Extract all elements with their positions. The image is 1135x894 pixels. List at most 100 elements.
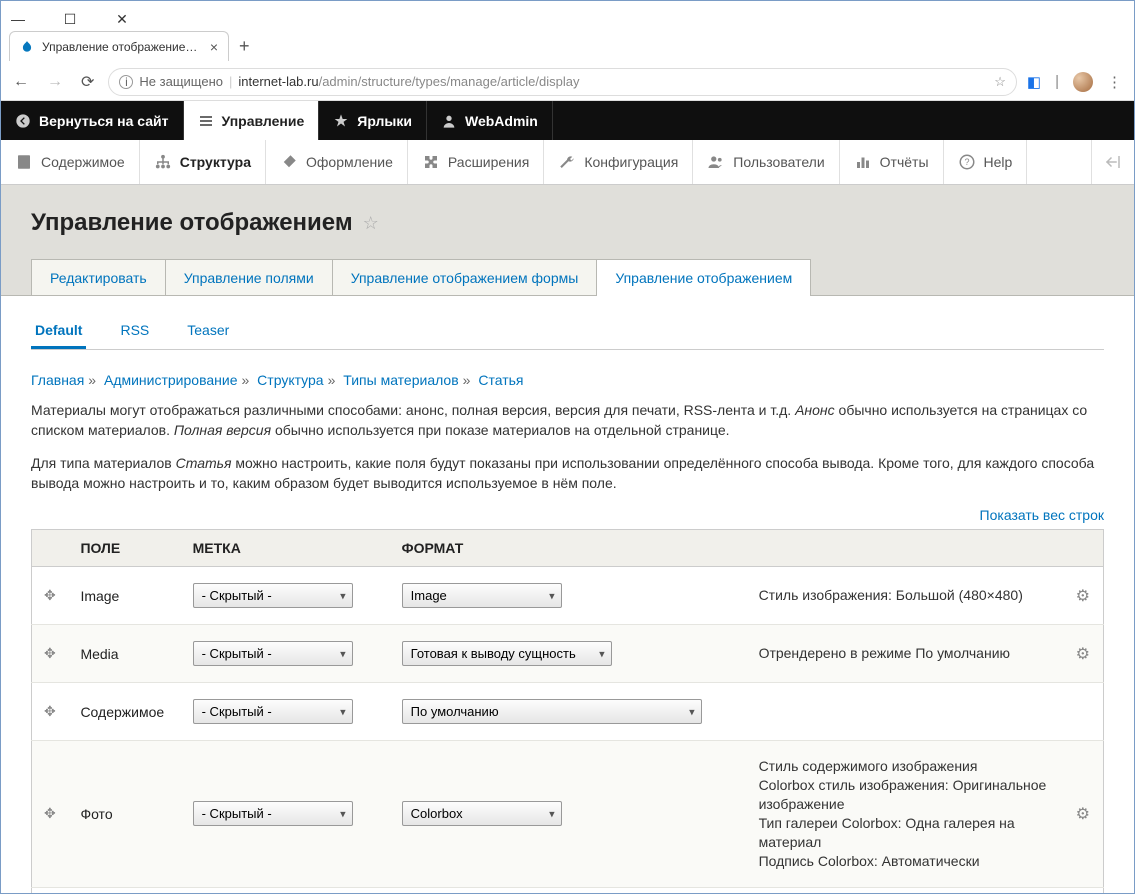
admin-menu-config[interactable]: Конфигурация bbox=[544, 140, 693, 184]
gear-icon[interactable]: ⚙ bbox=[1076, 588, 1090, 605]
drag-handle-icon[interactable]: ✥ bbox=[44, 703, 56, 719]
admin-menu: Содержимое Структура Оформление Расширен… bbox=[1, 140, 1134, 185]
field-name: Media bbox=[68, 625, 180, 683]
display-fields-table: ПОЛЕ МЕТКА ФОРМАТ ✥Image- Скрытый -Image… bbox=[31, 529, 1104, 893]
gear-icon[interactable]: ⚙ bbox=[1076, 806, 1090, 823]
browser-address-bar: ← → ⟳ i Не защищено | internet-lab.ru/ad… bbox=[1, 63, 1134, 101]
back-to-site-link[interactable]: Вернуться на сайт bbox=[1, 101, 184, 140]
th-label: МЕТКА bbox=[181, 530, 390, 567]
help-paragraph-1: Материалы могут отображаться различными … bbox=[31, 400, 1104, 441]
back-arrow-icon bbox=[15, 113, 31, 129]
admin-menu-appearance[interactable]: Оформление bbox=[266, 140, 408, 184]
breadcrumb-structure[interactable]: Структура bbox=[257, 372, 323, 388]
drag-handle-icon[interactable]: ✥ bbox=[44, 587, 56, 603]
nav-forward-button[interactable]: → bbox=[43, 73, 67, 91]
extension-icon[interactable]: ◧ bbox=[1027, 73, 1041, 91]
label-select[interactable]: - Скрытый - bbox=[193, 641, 353, 666]
browser-menu-icon[interactable]: ⋮ bbox=[1107, 73, 1122, 91]
help-paragraph-2: Для типа материалов Статья можно настрои… bbox=[31, 453, 1104, 494]
admin-menu-people[interactable]: Пользователи bbox=[693, 140, 839, 184]
secondary-tabs: Default RSS Teaser bbox=[31, 314, 1104, 350]
puzzle-icon bbox=[422, 153, 440, 171]
shortcut-star-icon[interactable]: ☆ bbox=[363, 213, 379, 234]
admin-menu-reports[interactable]: Отчёты bbox=[840, 140, 944, 184]
gear-icon[interactable]: ⚙ bbox=[1076, 646, 1090, 663]
tab-manage-fields[interactable]: Управление полями bbox=[165, 259, 333, 296]
shortcuts-link[interactable]: Ярлыки bbox=[319, 101, 427, 140]
label-select[interactable]: - Скрытый - bbox=[193, 699, 353, 724]
page-header: Управление отображением ☆ Редактировать … bbox=[1, 185, 1134, 296]
window-close-button[interactable]: ✕ bbox=[105, 11, 139, 28]
toolbar-orientation-toggle[interactable] bbox=[1091, 140, 1134, 184]
breadcrumb-types[interactable]: Типы материалов bbox=[343, 372, 458, 388]
tab-manage-display[interactable]: Управление отображением bbox=[596, 259, 811, 296]
url-text: internet-lab.ru/admin/structure/types/ma… bbox=[238, 74, 988, 89]
sub-tab-rss[interactable]: RSS bbox=[116, 314, 153, 349]
manage-toggle[interactable]: Управление bbox=[184, 101, 320, 140]
row-weights-toggle: Показать вес строк bbox=[31, 507, 1104, 523]
admin-menu-extend[interactable]: Расширения bbox=[408, 140, 544, 184]
format-select[interactable]: Colorbox bbox=[402, 801, 562, 826]
star-icon bbox=[333, 113, 349, 129]
nav-reload-button[interactable]: ⟳ bbox=[77, 72, 98, 92]
sub-tab-teaser[interactable]: Teaser bbox=[183, 314, 233, 349]
field-name: Image bbox=[68, 567, 180, 625]
nav-back-button[interactable]: ← bbox=[9, 73, 33, 91]
drag-handle-icon[interactable]: ✥ bbox=[44, 645, 56, 661]
tab-edit[interactable]: Редактировать bbox=[31, 259, 166, 296]
url-field[interactable]: i Не защищено | internet-lab.ru/admin/st… bbox=[108, 68, 1017, 96]
security-label: Не защищено bbox=[139, 74, 223, 89]
format-settings-summary: Ссылка на указанную сущность bbox=[747, 887, 1063, 893]
content-area: Default RSS Teaser Главная» Администриро… bbox=[1, 295, 1134, 893]
admin-menu-content[interactable]: Содержимое bbox=[1, 140, 140, 184]
field-name: Фото bbox=[68, 741, 180, 887]
content-icon bbox=[15, 153, 33, 171]
label-select[interactable]: - Скрытый - bbox=[193, 801, 353, 826]
table-row: ✥ Media - Скрытый - Готовая к выводу сущнос… bbox=[32, 625, 1104, 683]
format-select[interactable]: Готовая к выводу сущность bbox=[402, 641, 612, 666]
sub-tab-default[interactable]: Default bbox=[31, 314, 86, 349]
label-select[interactable]: - Скрытый - bbox=[193, 583, 353, 608]
format-settings-summary: Стиль изображения: Большой (480×480) bbox=[747, 567, 1063, 625]
breadcrumb-article[interactable]: Статья bbox=[478, 372, 523, 388]
collapse-icon bbox=[1104, 153, 1122, 171]
tab-close-icon[interactable]: × bbox=[210, 39, 218, 55]
drag-handle-icon[interactable]: ✥ bbox=[44, 805, 56, 821]
breadcrumb-home[interactable]: Главная bbox=[31, 372, 84, 388]
user-menu[interactable]: WebAdmin bbox=[427, 101, 553, 140]
table-row: ✥ТегиСверхуМеткаСсылка на указанную сущн… bbox=[32, 887, 1104, 893]
breadcrumb-admin[interactable]: Администрирование bbox=[104, 372, 238, 388]
table-row: ✥ Image - Скрытый - Image Стиль изображения:… bbox=[32, 567, 1104, 625]
bookmark-star-icon[interactable]: ☆ bbox=[994, 74, 1006, 90]
site-info-icon[interactable]: i bbox=[119, 75, 133, 89]
primary-tabs: Редактировать Управление полями Управлен… bbox=[31, 259, 1104, 296]
format-settings-summary: Отрендерено в режиме По умолчанию bbox=[747, 625, 1063, 683]
browser-tab[interactable]: Управление отображением | int × bbox=[9, 31, 229, 61]
admin-menu-structure[interactable]: Структура bbox=[140, 140, 266, 184]
admin-menu-help[interactable]: ? Help bbox=[944, 140, 1028, 184]
window-controls: — ☐ ✕ bbox=[1, 1, 1134, 29]
extension-icon[interactable]: | bbox=[1055, 73, 1059, 90]
paintbrush-icon bbox=[280, 153, 298, 171]
profile-avatar[interactable] bbox=[1073, 72, 1093, 92]
format-select[interactable]: Image bbox=[402, 583, 562, 608]
table-row: ✥Фото- Скрытый -ColorboxСтиль содержимог… bbox=[32, 741, 1104, 887]
user-icon bbox=[441, 113, 457, 129]
window-maximize-button[interactable]: ☐ bbox=[53, 11, 87, 28]
svg-text:?: ? bbox=[964, 157, 969, 167]
breadcrumb: Главная» Администрирование» Структура» Т… bbox=[31, 372, 1104, 388]
new-tab-button[interactable]: + bbox=[239, 36, 250, 57]
tab-form-display[interactable]: Управление отображением формы bbox=[332, 259, 598, 296]
people-icon bbox=[707, 153, 725, 171]
window-minimize-button[interactable]: — bbox=[1, 11, 35, 27]
table-row: ✥Содержимое- Скрытый -По умолчанию bbox=[32, 683, 1104, 741]
extension-icons: ◧ | ⋮ bbox=[1027, 72, 1126, 92]
drupal-toolbar: Вернуться на сайт Управление Ярлыки WebA… bbox=[1, 101, 1134, 140]
browser-window: — ☐ ✕ Управление отображением | int × + … bbox=[0, 0, 1135, 894]
browser-tab-strip: Управление отображением | int × + bbox=[1, 29, 1134, 63]
show-row-weights-link[interactable]: Показать вес строк bbox=[980, 507, 1104, 523]
wrench-icon bbox=[558, 153, 576, 171]
reports-icon bbox=[854, 153, 872, 171]
format-select[interactable]: По умолчанию bbox=[402, 699, 702, 724]
hamburger-icon bbox=[198, 113, 214, 129]
